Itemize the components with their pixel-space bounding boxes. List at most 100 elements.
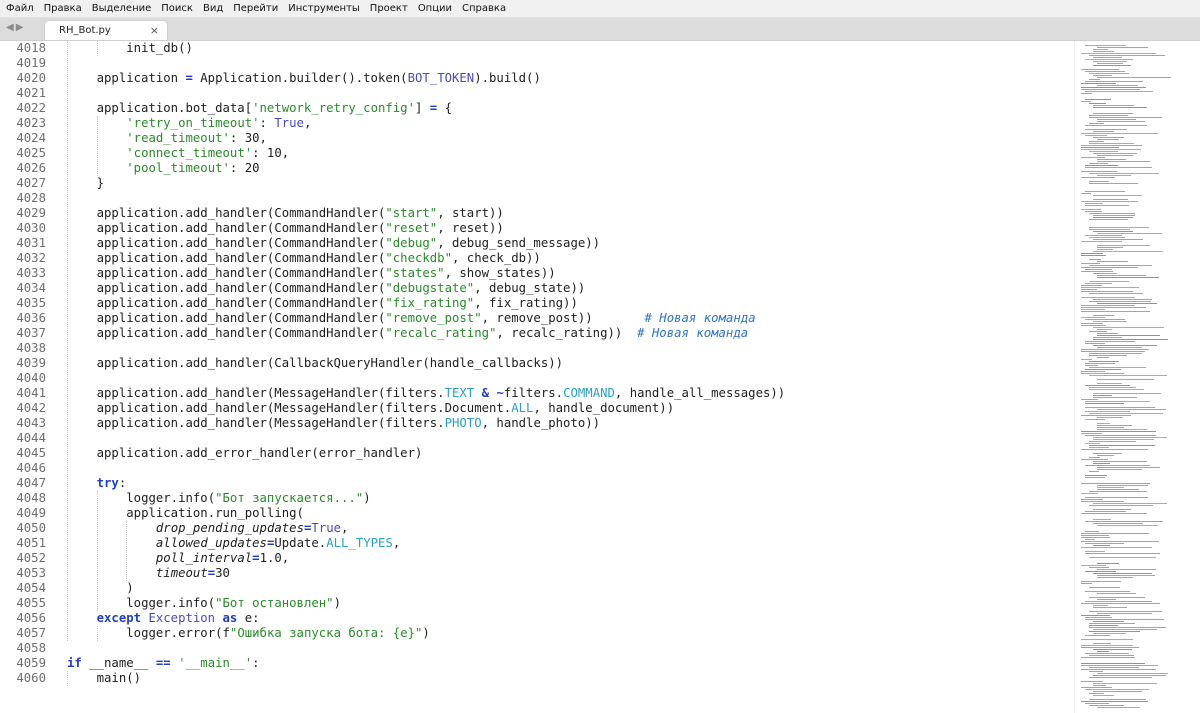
minimap-line: [1097, 159, 1126, 160]
code-line[interactable]: 4049 application.run_polling(: [0, 506, 1070, 521]
menu-item-8[interactable]: Опции: [413, 3, 457, 14]
code-line[interactable]: 4045 application.add_error_handler(error_…: [0, 446, 1070, 461]
minimap-line: [1085, 343, 1105, 344]
tab-nav-arrows-icon[interactable]: ◀▶: [6, 22, 25, 33]
code-text: poll_interval=1.0,: [155, 551, 290, 565]
minimap-line: [1081, 149, 1141, 150]
code-line[interactable]: 4021: [0, 86, 1070, 101]
minimap-line: [1081, 201, 1138, 202]
code-line[interactable]: 4026 'pool_timeout': 20: [0, 161, 1070, 176]
code-line[interactable]: 4037 application.add_handler(CommandHandl…: [0, 326, 1070, 341]
code-line[interactable]: 4041 application.add_handler(MessageHandl…: [0, 386, 1070, 401]
minimap[interactable]: [1074, 41, 1200, 713]
minimap-line: [1089, 587, 1120, 588]
menu-item-0[interactable]: Файл: [0, 3, 39, 14]
minimap-line: [1093, 107, 1147, 108]
menu-item-5[interactable]: Перейти: [228, 3, 283, 14]
code-line[interactable]: 4030 application.add_handler(CommandHandl…: [0, 221, 1070, 236]
minimap-line: [1097, 47, 1148, 48]
code-text: 'retry_on_timeout': True,: [126, 116, 312, 130]
code-line[interactable]: 4034 application.add_handler(CommandHandl…: [0, 281, 1070, 296]
code-line[interactable]: 4038: [0, 341, 1070, 356]
minimap-line: [1097, 155, 1133, 156]
minimap-line: [1089, 79, 1100, 80]
minimap-line: [1097, 593, 1136, 594]
code-line[interactable]: 4029 application.add_handler(CommandHandl…: [0, 206, 1070, 221]
line-number: 4038: [16, 341, 46, 355]
code-line[interactable]: 4040: [0, 371, 1070, 386]
code-line[interactable]: 4044: [0, 431, 1070, 446]
code-line[interactable]: 4058: [0, 641, 1070, 656]
code-line[interactable]: 4032 application.add_handler(CommandHandl…: [0, 251, 1070, 266]
code-line[interactable]: 4060 main(): [0, 671, 1070, 686]
minimap-line: [1081, 603, 1160, 604]
code-line[interactable]: 4047 try:: [0, 476, 1070, 491]
minimap-line: [1097, 575, 1155, 576]
code-line[interactable]: 4043 application.add_handler(MessageHandl…: [0, 416, 1070, 431]
code-line[interactable]: 4059 if __name__ == '__main__':: [0, 656, 1070, 671]
minimap-line: [1089, 143, 1134, 144]
minimap-line: [1081, 639, 1133, 640]
code-line[interactable]: 4023 'retry_on_timeout': True,: [0, 116, 1070, 131]
minimap-line: [1089, 237, 1125, 238]
minimap-line: [1093, 321, 1127, 322]
line-number: 4019: [16, 56, 46, 70]
line-number: 4051: [16, 536, 46, 550]
code-line[interactable]: 4035 application.add_handler(CommandHandl…: [0, 296, 1070, 311]
code-line[interactable]: 4024 'read_timeout': 30,: [0, 131, 1070, 146]
minimap-line: [1081, 305, 1135, 306]
code-line[interactable]: 4054): [0, 581, 1070, 596]
menu-item-1[interactable]: Правка: [39, 3, 87, 14]
code-line[interactable]: 4053 timeout=30: [0, 566, 1070, 581]
code-line[interactable]: 4051 allowed_updates=Update.ALL_TYPES,: [0, 536, 1070, 551]
minimap-line: [1089, 389, 1144, 390]
minimap-line: [1093, 509, 1131, 510]
close-icon[interactable]: ×: [150, 24, 159, 37]
code-line[interactable]: 4019: [0, 56, 1070, 71]
minimap-line: [1089, 259, 1101, 260]
code-line[interactable]: 4046: [0, 461, 1070, 476]
menu-item-4[interactable]: Вид: [198, 3, 228, 14]
minimap-line: [1093, 239, 1143, 240]
code-line[interactable]: 4039 application.add_handler(CallbackQuer…: [0, 356, 1070, 371]
tab-rh-bot-py[interactable]: RH_Bot.py ×: [44, 20, 168, 40]
code-text: 'connect_timeout': 10,: [126, 146, 290, 160]
line-number: 4042: [16, 401, 46, 415]
code-line[interactable]: 4028: [0, 191, 1070, 206]
minimap-line: [1081, 665, 1158, 666]
minimap-line: [1097, 425, 1132, 426]
code-line[interactable]: 4048 logger.info("Бот запускается..."): [0, 491, 1070, 506]
minimap-line: [1085, 165, 1118, 166]
code-line[interactable]: 4031 application.add_handler(CommandHandl…: [0, 236, 1070, 251]
code-line[interactable]: 4042 application.add_handler(MessageHandl…: [0, 401, 1070, 416]
code-text: application.add_handler(CommandHandler("…: [96, 251, 541, 265]
minimap-line: [1093, 137, 1124, 138]
code-line[interactable]: 4056 except Exception as e:: [0, 611, 1070, 626]
code-text: logger.info("Бот остановлен"): [126, 596, 341, 610]
code-line[interactable]: 4036 application.add_handler(CommandHandl…: [0, 311, 1070, 326]
code-text: main(): [96, 671, 142, 685]
code-editor[interactable]: 4018 init_db() 4019 4020 application = Appli…: [0, 41, 1070, 713]
menu-item-6[interactable]: Инструменты: [283, 3, 365, 14]
code-line[interactable]: 4057 logger.error(f"Ошибка запуска бота: …: [0, 626, 1070, 641]
minimap-line: [1097, 423, 1110, 424]
menu-item-3[interactable]: Поиск: [156, 3, 198, 14]
minimap-line: [1093, 315, 1114, 316]
minimap-line: [1085, 591, 1130, 592]
minimap-line: [1089, 151, 1118, 152]
code-line[interactable]: 4020 application = Application.builder().…: [0, 71, 1070, 86]
code-line[interactable]: 4052 poll_interval=1.0,: [0, 551, 1070, 566]
code-line[interactable]: 4055 logger.info("Бот остановлен"): [0, 596, 1070, 611]
menu-item-2[interactable]: Выделение: [87, 3, 157, 14]
code-line[interactable]: 4033 application.add_handler(CommandHandl…: [0, 266, 1070, 281]
minimap-line: [1089, 219, 1128, 220]
code-line[interactable]: 4022 application.bot_data['network_retry_…: [0, 101, 1070, 116]
code-line[interactable]: 4018 init_db(): [0, 41, 1070, 56]
menu-item-7[interactable]: Проект: [365, 3, 413, 14]
code-line[interactable]: 4025 'connect_timeout': 10,: [0, 146, 1070, 161]
minimap-line: [1089, 229, 1130, 230]
menu-item-9[interactable]: Справка: [457, 3, 511, 14]
code-line[interactable]: 4027}: [0, 176, 1070, 191]
minimap-line: [1081, 83, 1116, 84]
code-line[interactable]: 4050 drop_pending_updates=True,: [0, 521, 1070, 536]
